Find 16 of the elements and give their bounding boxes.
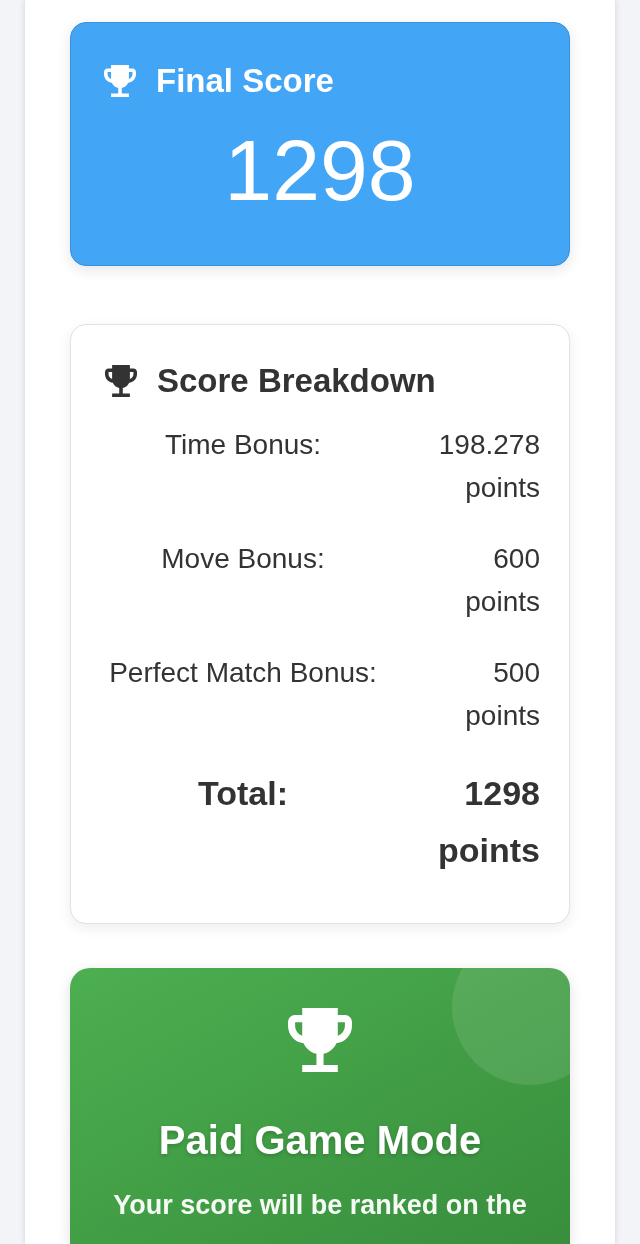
trophy-icon	[105, 365, 137, 397]
bonus-label: Time Bonus:	[163, 428, 323, 462]
bonus-value: 198.278 points	[437, 428, 540, 505]
paid-mode-message: Your score will be ranked on the	[113, 1189, 527, 1222]
card-title: Score Breakdown	[157, 361, 436, 401]
card-title: Final Score	[156, 61, 334, 101]
paid-mode-title: Paid Game Mode	[158, 1117, 482, 1164]
final-score-value: 1298	[223, 121, 417, 220]
bonus-value: 600 points	[464, 542, 540, 619]
total-label: Total:	[197, 773, 289, 814]
bonus-label: Perfect Match Bonus:	[108, 656, 378, 690]
bonus-value: 500 points	[464, 656, 540, 733]
bonus-label: Move Bonus:	[160, 542, 326, 576]
total-value: 1298 points	[437, 773, 540, 871]
trophy-icon	[104, 65, 136, 97]
trophy-icon	[288, 1008, 352, 1072]
